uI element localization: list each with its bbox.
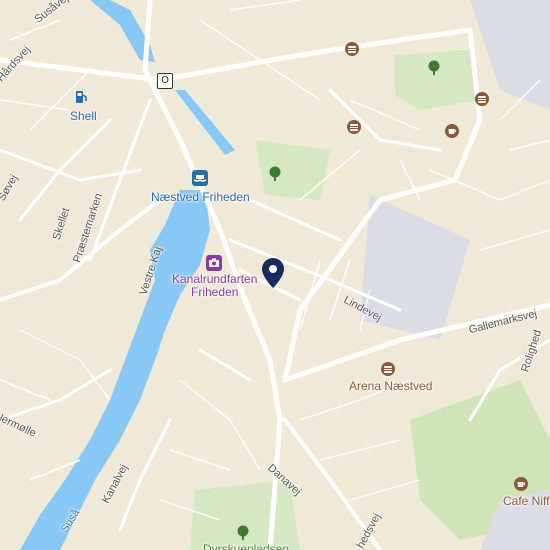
poi-label-shell[interactable]: Shell xyxy=(70,109,97,123)
tree-icon[interactable] xyxy=(268,166,282,182)
poi-label-arena[interactable]: Arena Næstved xyxy=(349,379,432,393)
burger-icon[interactable] xyxy=(381,362,395,376)
route-shield: O xyxy=(157,73,173,89)
park-area xyxy=(255,140,330,200)
tree-icon[interactable] xyxy=(236,525,250,541)
burger-icon[interactable] xyxy=(347,120,361,134)
park-area xyxy=(395,50,480,110)
location-pin-icon[interactable] xyxy=(262,258,284,288)
cup-icon[interactable] xyxy=(514,477,528,491)
camera-icon[interactable] xyxy=(206,255,222,271)
poi-label-cafe[interactable]: Cafe Niff xyxy=(503,494,549,508)
tree-icon[interactable] xyxy=(427,60,441,76)
poi-label-naestved-friheden[interactable]: Næstved Friheden xyxy=(151,190,250,204)
ferry-icon[interactable] xyxy=(192,170,208,186)
poi-label-park[interactable]: Dyrskuepladsen xyxy=(203,542,289,550)
fuel-icon[interactable] xyxy=(74,90,88,104)
cup-icon[interactable] xyxy=(445,124,459,138)
burger-icon[interactable] xyxy=(345,42,359,56)
poi-label-kanalrundfarten[interactable]: Kanalrundfarten Friheden xyxy=(172,273,257,299)
burger-icon[interactable] xyxy=(475,92,489,106)
map-view[interactable]: Susåvej Hårdsvej Søvej Skellet Præstemar… xyxy=(0,0,550,550)
poi-label-line: Friheden xyxy=(191,285,239,299)
